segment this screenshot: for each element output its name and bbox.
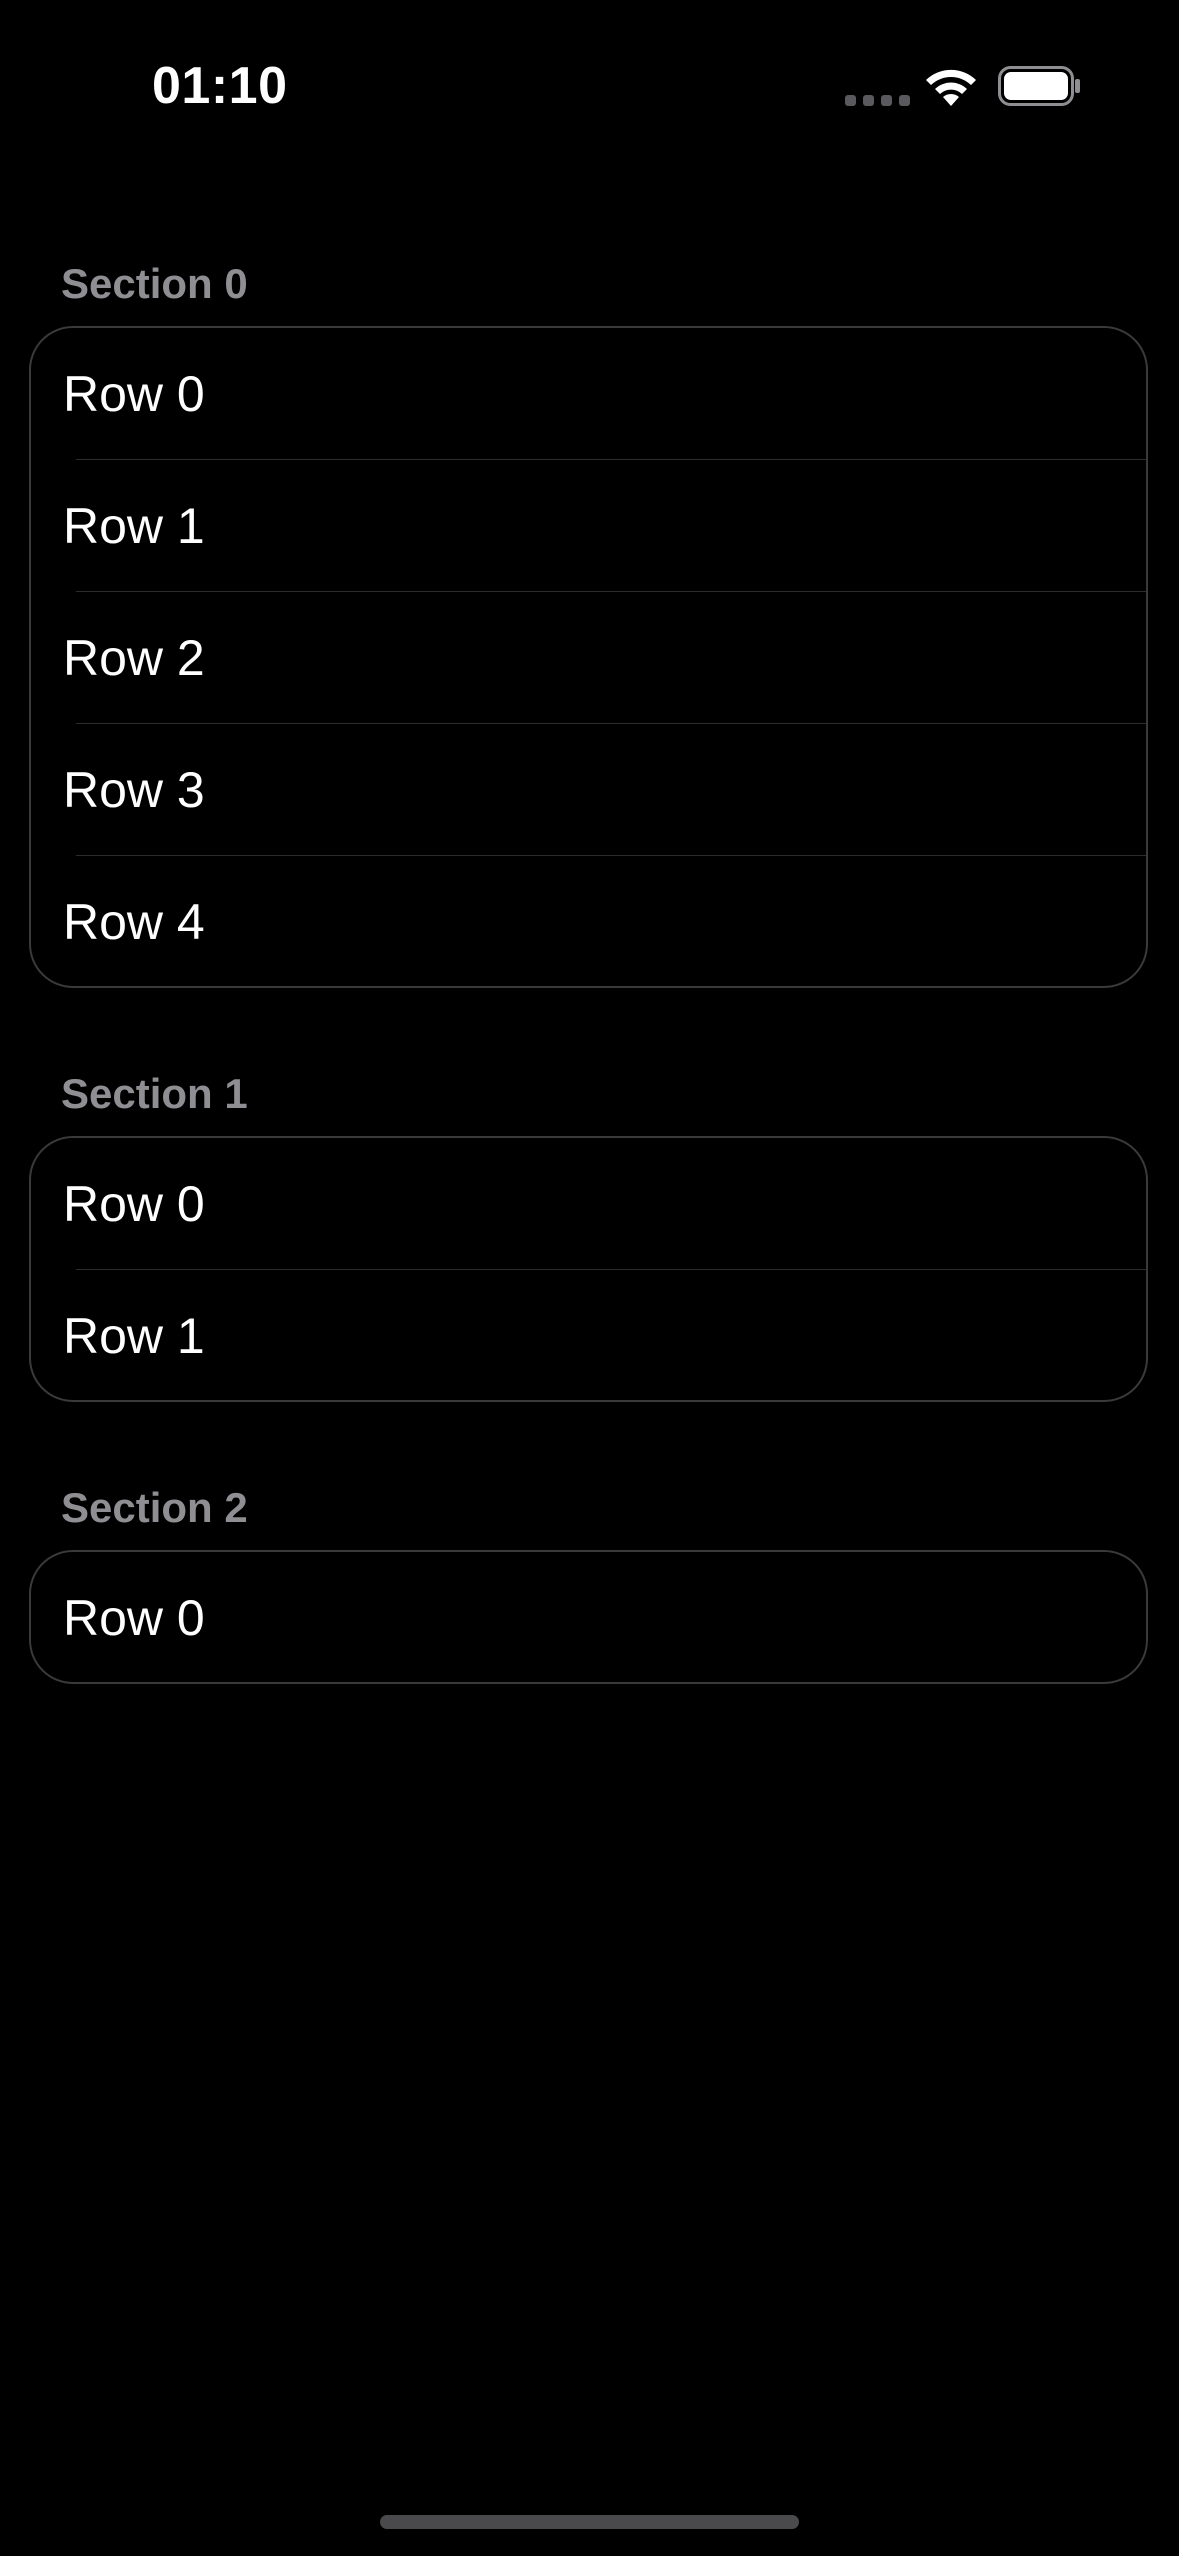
status-bar: 01:10 xyxy=(0,0,1179,170)
cellular-signal-icon xyxy=(845,95,910,106)
section-card: Row 0 Row 1 Row 2 Row 3 Row 4 xyxy=(29,326,1148,988)
row-label: Row 2 xyxy=(63,630,205,686)
section-header: Section 2 xyxy=(61,1484,248,1531)
row-label: Row 0 xyxy=(63,1590,205,1646)
list-row[interactable]: Row 0 xyxy=(31,328,1146,460)
list-row[interactable]: Row 1 xyxy=(31,1270,1146,1400)
battery-icon xyxy=(998,66,1080,106)
list-row[interactable]: Row 3 xyxy=(31,724,1146,856)
wifi-icon xyxy=(926,69,976,106)
row-label: Row 1 xyxy=(63,498,205,554)
list-row[interactable]: Row 0 xyxy=(31,1138,1146,1270)
row-label: Row 4 xyxy=(63,894,205,950)
home-indicator[interactable] xyxy=(380,2515,799,2529)
list-row[interactable]: Row 2 xyxy=(31,592,1146,724)
status-time: 01:10 xyxy=(152,57,288,115)
section-header: Section 1 xyxy=(61,1070,248,1117)
row-label: Row 1 xyxy=(63,1308,205,1364)
row-label: Row 0 xyxy=(63,1176,205,1232)
section-card: Row 0 Row 1 xyxy=(29,1136,1148,1402)
list-row[interactable]: Row 0 xyxy=(31,1552,1146,1682)
section-header: Section 0 xyxy=(61,260,248,307)
row-label: Row 0 xyxy=(63,366,205,422)
list-row[interactable]: Row 1 xyxy=(31,460,1146,592)
row-label: Row 3 xyxy=(63,762,205,818)
list-row[interactable]: Row 4 xyxy=(31,856,1146,986)
section-card: Row 0 xyxy=(29,1550,1148,1684)
